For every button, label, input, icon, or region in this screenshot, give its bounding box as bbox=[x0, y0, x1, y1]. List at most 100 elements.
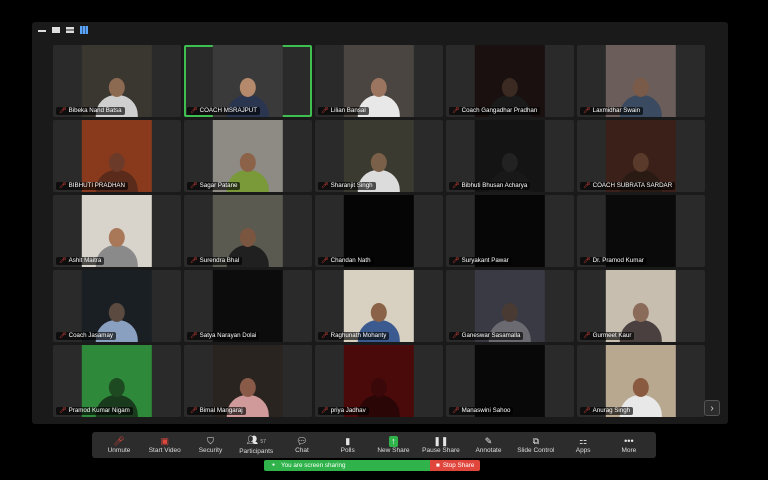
mic-muted-icon: 🎤︎ bbox=[59, 183, 67, 189]
participant-name-label: 🎤︎ COACH MSRAJPUT bbox=[187, 107, 261, 115]
participant-tile[interactable]: 🎤︎ Raghunath Mohanty bbox=[315, 270, 443, 342]
participant-name: Chandan Nath bbox=[330, 257, 371, 264]
mic-muted-icon: 🎤︎ bbox=[321, 108, 329, 114]
participant-name: Surendra Bhal bbox=[199, 257, 240, 264]
participant-head bbox=[108, 378, 125, 397]
participant-name: COACH SUBRATA SARDAR bbox=[592, 182, 673, 189]
participant-tile[interactable]: 🎤︎ Coach Gangadhar Pradhan bbox=[446, 45, 574, 117]
participant-name: Manaswini Sahoo bbox=[461, 407, 511, 414]
participant-name-label: 🎤︎ BIBHUTI PRADHAN bbox=[56, 182, 129, 190]
participant-tile[interactable]: 🎤︎ COACH MSRAJPUT bbox=[184, 45, 312, 117]
participant-tile[interactable]: 🎤︎ Bibhuti Bhusan Acharya bbox=[446, 120, 574, 192]
more-button[interactable]: ••• More bbox=[612, 436, 646, 455]
participant-head bbox=[632, 153, 649, 172]
participant-name-label: 🎤︎ COACH SUBRATA SARDAR bbox=[580, 182, 676, 190]
participant-head bbox=[370, 303, 387, 322]
mic-muted-icon: 🎤︎ bbox=[190, 333, 198, 339]
participant-tile[interactable]: 🎤︎ Suryakant Pawar bbox=[446, 195, 574, 267]
participant-head bbox=[239, 228, 256, 247]
participant-name: priya Jadhav bbox=[330, 407, 366, 414]
participant-tile[interactable]: 🎤︎ Coach Jasamay bbox=[53, 270, 181, 342]
mic-muted-icon: 🎤︎ bbox=[113, 435, 125, 446]
apps-button[interactable]: ⚏ Apps bbox=[566, 436, 600, 455]
mic-muted-icon: 🎤︎ bbox=[583, 183, 591, 189]
participant-head bbox=[239, 303, 256, 322]
participant-name-label: 🎤︎ Coach Gangadhar Pradhan bbox=[449, 107, 541, 115]
participant-tile[interactable]: 🎤︎ Laxmidhar Swain bbox=[577, 45, 705, 117]
side-by-side-icon[interactable] bbox=[66, 27, 74, 33]
mic-muted-icon: 🎤︎ bbox=[321, 333, 329, 339]
camera-off-icon: ▣ bbox=[160, 435, 169, 446]
participant-head bbox=[370, 228, 387, 247]
participants-count: 57 bbox=[260, 438, 266, 445]
participant-name: Coach Jasamay bbox=[68, 332, 113, 339]
participant-name: Bibhuti Bhusan Acharya bbox=[461, 182, 528, 189]
new-share-button[interactable]: ↑ New Share bbox=[376, 435, 410, 455]
security-button[interactable]: ⛉ Security bbox=[193, 436, 227, 455]
polls-button[interactable]: ▮ Polls bbox=[331, 436, 365, 455]
apps-icon: ⚏ bbox=[579, 435, 588, 446]
participant-tile[interactable]: 🎤︎ Pramod Kumar Nigam bbox=[53, 345, 181, 417]
participant-tile[interactable]: 🎤︎ Surendra Bhal bbox=[184, 195, 312, 267]
participant-head bbox=[501, 378, 518, 397]
gallery-view-icon[interactable] bbox=[80, 26, 88, 34]
participant-tile[interactable]: 🎤︎ priya Jadhav bbox=[315, 345, 443, 417]
participant-tile[interactable]: 🎤︎ Bibeka Nand Batsa bbox=[53, 45, 181, 117]
participant-name-label: 🎤︎ Sagar Patane bbox=[187, 182, 241, 190]
gallery-grid: 🎤︎ Bibeka Nand Batsa 🎤︎ COACH MSRAJPUT 🎤︎ Lil… bbox=[53, 45, 706, 417]
participant-tile[interactable]: 🎤︎ Manaswini Sahoo bbox=[446, 345, 574, 417]
participant-name: Laxmidhar Swain bbox=[592, 107, 641, 114]
participant-head bbox=[108, 303, 125, 322]
mic-muted-icon: 🎤︎ bbox=[583, 108, 591, 114]
mic-muted-icon: 🎤︎ bbox=[452, 333, 460, 339]
more-dots-icon: ••• bbox=[624, 435, 634, 446]
pause-share-button[interactable]: ❚❚ Pause Share bbox=[422, 436, 460, 455]
unmute-button[interactable]: 🎤︎ Unmute bbox=[102, 436, 136, 455]
slide-control-button[interactable]: ⧉ Slide Control bbox=[517, 436, 554, 455]
mic-muted-icon: 🎤︎ bbox=[452, 183, 460, 189]
participant-tile[interactable]: 🎤︎ Dr. Pramod Kumar bbox=[577, 195, 705, 267]
participant-name-label: 🎤︎ Bibeka Nand Batsa bbox=[56, 107, 125, 115]
mic-muted-icon: 🎤︎ bbox=[59, 108, 67, 114]
participant-tile[interactable]: 🎤︎ BIBHUTI PRADHAN bbox=[53, 120, 181, 192]
participant-head bbox=[239, 378, 256, 397]
participant-name-label: 🎤︎ Bimal Mangaraj bbox=[187, 407, 246, 415]
view-controls bbox=[38, 26, 88, 34]
mic-muted-icon: 🎤︎ bbox=[452, 108, 460, 114]
participant-tile[interactable]: 🎤︎ Bimal Mangaraj bbox=[184, 345, 312, 417]
participant-name: Sagar Patane bbox=[199, 182, 238, 189]
mic-muted-icon: 🎤︎ bbox=[583, 408, 591, 414]
participant-head bbox=[370, 78, 387, 97]
mic-muted-icon: 🎤︎ bbox=[190, 408, 198, 414]
participant-name: Ashit Maitra bbox=[68, 257, 102, 264]
participants-button[interactable]: 👥︎ 57 Participants bbox=[239, 435, 273, 456]
participant-head bbox=[239, 78, 256, 97]
next-page-button[interactable]: › bbox=[704, 400, 720, 416]
participant-name-label: 🎤︎ Ganeswar Sasamalla bbox=[449, 332, 524, 340]
participant-tile[interactable]: 🎤︎ COACH SUBRATA SARDAR bbox=[577, 120, 705, 192]
participant-tile[interactable]: 🎤︎ Sharanjit Singh bbox=[315, 120, 443, 192]
participant-head bbox=[501, 303, 518, 322]
stop-share-button[interactable]: ■ Stop Share bbox=[430, 460, 481, 471]
participant-tile[interactable]: 🎤︎ Chandan Nath bbox=[315, 195, 443, 267]
participant-tile[interactable]: 🎤︎ Ashit Maitra bbox=[53, 195, 181, 267]
participant-tile[interactable]: 🎤︎ Satya Narayan Dolai bbox=[184, 270, 312, 342]
participant-tile[interactable]: 🎤︎ Anurag Singh bbox=[577, 345, 705, 417]
participant-name-label: 🎤︎ Laxmidhar Swain bbox=[580, 107, 644, 115]
participant-tile[interactable]: 🎤︎ Lilian Bansal bbox=[315, 45, 443, 117]
participant-tile[interactable]: 🎤︎ Ganeswar Sasamalla bbox=[446, 270, 574, 342]
start-video-button[interactable]: ▣ Start Video bbox=[148, 436, 182, 455]
mic-muted-icon: 🎤︎ bbox=[59, 333, 67, 339]
participant-name-label: 🎤︎ Raghunath Mohanty bbox=[318, 332, 390, 340]
minimize-icon[interactable] bbox=[38, 28, 46, 32]
participant-name: COACH MSRAJPUT bbox=[199, 107, 258, 114]
participant-name-label: 🎤︎ Suryakant Pawar bbox=[449, 257, 512, 265]
participant-tile[interactable]: 🎤︎ Gurmeet Kaur bbox=[577, 270, 705, 342]
pause-icon: ❚❚ bbox=[433, 435, 449, 446]
participant-name: Suryakant Pawar bbox=[461, 257, 509, 264]
speaker-view-icon[interactable] bbox=[52, 27, 60, 33]
annotate-button[interactable]: ✎ Annotate bbox=[471, 436, 505, 455]
participant-name: BIBHUTI PRADHAN bbox=[68, 182, 126, 189]
participant-tile[interactable]: 🎤︎ Sagar Patane bbox=[184, 120, 312, 192]
chat-button[interactable]: 💬︎ Chat bbox=[285, 436, 319, 455]
